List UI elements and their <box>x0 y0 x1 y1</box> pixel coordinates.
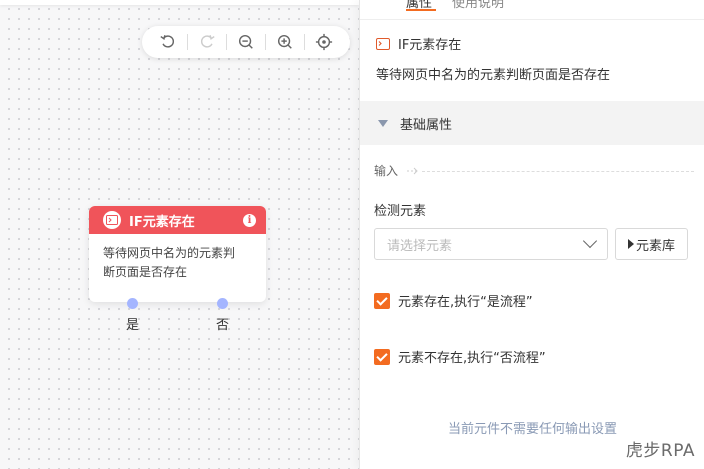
locate-button[interactable] <box>312 30 336 54</box>
component-header: IF元素存在 <box>376 34 461 53</box>
input-divider-row: 输入 <box>374 162 694 179</box>
port-yes-label: 是 <box>126 318 140 333</box>
detect-element-label: 检测元素 <box>374 204 427 219</box>
section-title: 基础属性 <box>400 117 453 133</box>
element-select-placeholder: 请选择元素 <box>387 238 453 254</box>
undo-icon <box>160 35 175 48</box>
node-header: IF元素存在 i <box>89 206 266 234</box>
terminal-icon <box>376 37 390 50</box>
element-library-button[interactable]: 元素库 <box>615 228 688 260</box>
exists-checkbox[interactable] <box>374 292 390 309</box>
terminal-icon <box>103 211 121 229</box>
toolbar-divider <box>187 34 188 50</box>
active-tab-indicator <box>406 9 436 11</box>
port-no-label: 否 <box>216 318 230 333</box>
play-triangle-icon <box>627 239 634 249</box>
input-label: 输入 <box>374 164 399 178</box>
element-library-label: 元素库 <box>635 238 675 254</box>
basic-properties-section[interactable]: 基础属性 <box>360 101 704 145</box>
port-no[interactable] <box>217 298 228 309</box>
chevron-down-icon <box>582 233 598 249</box>
arrow-icon <box>407 167 418 174</box>
toolbar-divider <box>226 34 227 50</box>
not-exists-checkbox[interactable] <box>374 348 390 365</box>
node-title: IF元素存在 <box>129 214 195 230</box>
exists-option-row: 元素存在,执行“是流程” <box>374 291 533 310</box>
port-yes[interactable] <box>127 298 138 309</box>
not-exists-checkbox-label: 元素不存在,执行“否流程” <box>398 351 546 366</box>
canvas-top-bar <box>0 0 359 5</box>
component-title: IF元素存在 <box>398 38 462 53</box>
tab-usage[interactable]: 使用说明 <box>452 0 504 11</box>
no-output-message: 当前元件不需要任何输出设置 <box>447 422 617 437</box>
flow-canvas[interactable]: IF元素存在 i 等待网页中名为的元素判 断页面是否存在 是 否 <box>0 0 359 469</box>
zoom-in-icon <box>277 34 292 49</box>
zoom-out-button[interactable] <box>234 30 258 54</box>
locate-icon <box>315 33 333 51</box>
not-exists-option-row: 元素不存在,执行“否流程” <box>374 347 546 366</box>
info-icon[interactable]: i <box>243 213 256 227</box>
panel-tabs: 属性 使用说明 <box>360 0 704 20</box>
canvas-toolbar <box>142 26 350 58</box>
zoom-out-icon <box>238 34 253 49</box>
exists-checkbox-label: 元素存在,执行“是流程” <box>398 295 533 310</box>
property-panel: 属性 使用说明 IF元素存在 等待网页中名为的元素判断页面是否存在 基础属性 输… <box>359 0 704 469</box>
node-description-line: 等待网页中名为的元素判 <box>103 246 236 260</box>
node-description-line: 断页面是否存在 <box>103 265 188 279</box>
zoom-in-button[interactable] <box>273 30 297 54</box>
toolbar-divider <box>304 34 305 50</box>
collapse-triangle-icon <box>378 119 388 127</box>
component-description: 等待网页中名为的元素判断页面是否存在 <box>376 68 611 83</box>
dashed-divider <box>422 170 694 172</box>
undo-button[interactable] <box>156 30 180 54</box>
node-description: 等待网页中名为的元素判 断页面是否存在 <box>89 234 266 292</box>
redo-icon <box>200 35 215 48</box>
element-select[interactable]: 请选择元素 <box>374 228 608 260</box>
watermark: 虎步RPA <box>625 441 695 461</box>
menu-icon[interactable] <box>374 0 388 6</box>
toolbar-divider <box>265 34 266 50</box>
redo-button[interactable] <box>195 30 219 54</box>
if-element-exists-node[interactable]: IF元素存在 i 等待网页中名为的元素判 断页面是否存在 <box>89 206 266 302</box>
